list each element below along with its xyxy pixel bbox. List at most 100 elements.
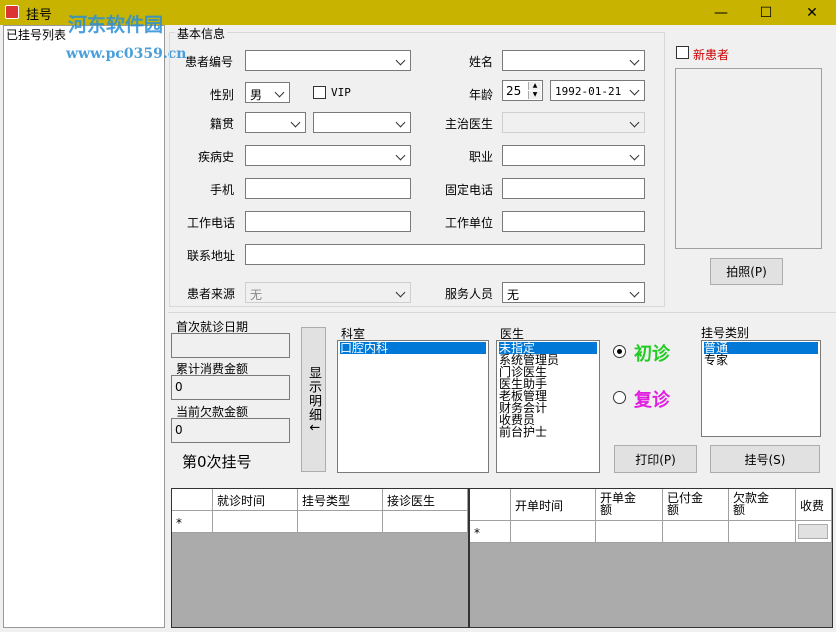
department-item[interactable]: 口腔内科 [340,342,486,354]
close-button[interactable]: ✕ [789,0,835,25]
visit-count-text: 第0次挂号 [182,453,252,471]
column-header[interactable]: 开单金 额 [596,489,663,521]
landline-label: 固定电话 [445,183,494,197]
total-spent-field: 0 [171,375,290,400]
app-icon [5,5,19,19]
column-header[interactable]: 欠款金 额 [729,489,796,521]
reg-type-list[interactable]: 普通 专家 [701,340,821,437]
grid-cell[interactable] [596,521,663,543]
grid-cell[interactable] [796,521,832,543]
first-visit-radio[interactable] [613,345,626,358]
take-photo-button[interactable]: 拍照(P) [710,258,783,285]
mobile-input[interactable] [245,178,411,199]
reg-type-label: 挂号类别 [701,326,750,340]
first-visit-radio-label: 初诊 [634,344,670,365]
vip-label: VIP [331,86,351,99]
name-label: 姓名 [469,55,494,69]
source-value: 无 [250,288,263,302]
birth-date-picker[interactable]: 1992-01-21 [550,80,645,101]
reg-type-item[interactable]: 专家 [704,354,728,366]
grid-cell[interactable] [298,511,383,533]
name-combo[interactable] [502,50,645,71]
new-row-marker: * [172,511,213,533]
maximize-button[interactable]: ☐ [743,0,789,25]
watermark-logo: 河东软件园 [68,14,164,36]
column-header[interactable]: 挂号类型 [298,489,383,511]
doctor-item[interactable]: 前台护士 [499,426,547,438]
new-patient-label: 新患者 [693,48,730,62]
grid-cell[interactable] [663,521,729,543]
basic-info-group [169,32,665,307]
return-visit-radio[interactable] [613,391,626,404]
total-spent-value: 0 [175,380,183,394]
chevron-down-icon [629,54,641,67]
chevron-down-icon [629,286,641,299]
chevron-down-icon [395,286,407,299]
new-row-marker: * [470,521,511,543]
occupation-label: 职业 [469,150,494,164]
chevron-down-icon [629,149,641,162]
gender-label: 性别 [210,88,235,102]
column-header[interactable]: 接诊医生 [383,489,468,511]
birth-date-value: 1992-01-21 [555,85,622,98]
spin-down-icon[interactable]: ▼ [528,91,541,99]
source-label: 患者来源 [187,287,236,301]
gender-select[interactable]: 男 [245,82,290,103]
service-staff-label: 服务人员 [445,287,494,301]
work-unit-input[interactable] [502,211,645,232]
billing-grid[interactable]: 开单时间 开单金 额 已付金 额 欠款金 额 收费 * [469,488,833,628]
chevron-down-icon [395,116,407,129]
minimize-button[interactable]: — [698,0,744,25]
age-spinner[interactable]: 25 ▲ ▼ [502,80,543,101]
new-patient-checkbox[interactable] [676,46,689,59]
owed-field: 0 [171,418,290,443]
vip-checkbox[interactable] [313,86,326,99]
landline-input[interactable] [502,178,645,199]
chevron-down-icon [395,149,407,162]
chevron-down-icon [395,54,407,67]
registered-list-title: 已挂号列表 [4,26,69,43]
spin-up-icon[interactable]: ▲ [528,82,541,90]
occupation-select[interactable] [502,145,645,166]
column-header[interactable]: 就诊时间 [213,489,298,511]
visit-history-grid[interactable]: 就诊时间 挂号类型 接诊医生 * [171,488,469,628]
column-header[interactable]: 开单时间 [511,489,596,521]
native-city-select[interactable] [313,112,411,133]
native-province-select[interactable] [245,112,306,133]
registered-list[interactable] [3,25,165,628]
basic-info-title: 基本信息 [175,25,228,42]
owed-value: 0 [175,423,183,437]
address-input[interactable] [245,244,645,265]
medical-history-select[interactable] [245,145,411,166]
first-visit-field [171,333,290,358]
attending-doctor-label: 主治医生 [445,117,494,131]
chevron-down-icon [629,116,641,129]
show-detail-button[interactable]: 显示明细↓ [301,327,326,472]
register-button[interactable]: 挂号(S) [710,445,820,473]
source-select: 无 [245,282,411,303]
grid-corner [470,489,511,521]
work-unit-label: 工作单位 [445,216,494,230]
doctor-list[interactable]: 未指定 系统管理员 门诊医生 医生助手 老板管理 财务会计 收费员 前台护士 [496,340,600,473]
column-header[interactable]: 收费 [796,489,832,521]
patient-photo [675,68,822,249]
grid-cell[interactable] [213,511,298,533]
mobile-label: 手机 [210,183,235,197]
grid-cell[interactable] [511,521,596,543]
print-button[interactable]: 打印(P) [614,445,697,473]
work-phone-input[interactable] [245,211,411,232]
return-visit-radio-label: 复诊 [634,390,670,411]
gender-value: 男 [250,88,263,102]
department-list[interactable]: 口腔内科 [337,340,489,473]
column-header[interactable]: 已付金 额 [663,489,729,521]
age-value: 25 [506,84,522,98]
grid-cell[interactable] [383,511,468,533]
chevron-down-icon [629,84,641,97]
medical-history-label: 疾病史 [198,150,235,164]
work-phone-label: 工作电话 [187,216,236,230]
charge-cell-button[interactable] [798,524,828,539]
patient-id-combo[interactable] [245,50,411,71]
service-staff-select[interactable]: 无 [502,282,645,303]
section-divider [168,312,836,313]
grid-cell[interactable] [729,521,796,543]
